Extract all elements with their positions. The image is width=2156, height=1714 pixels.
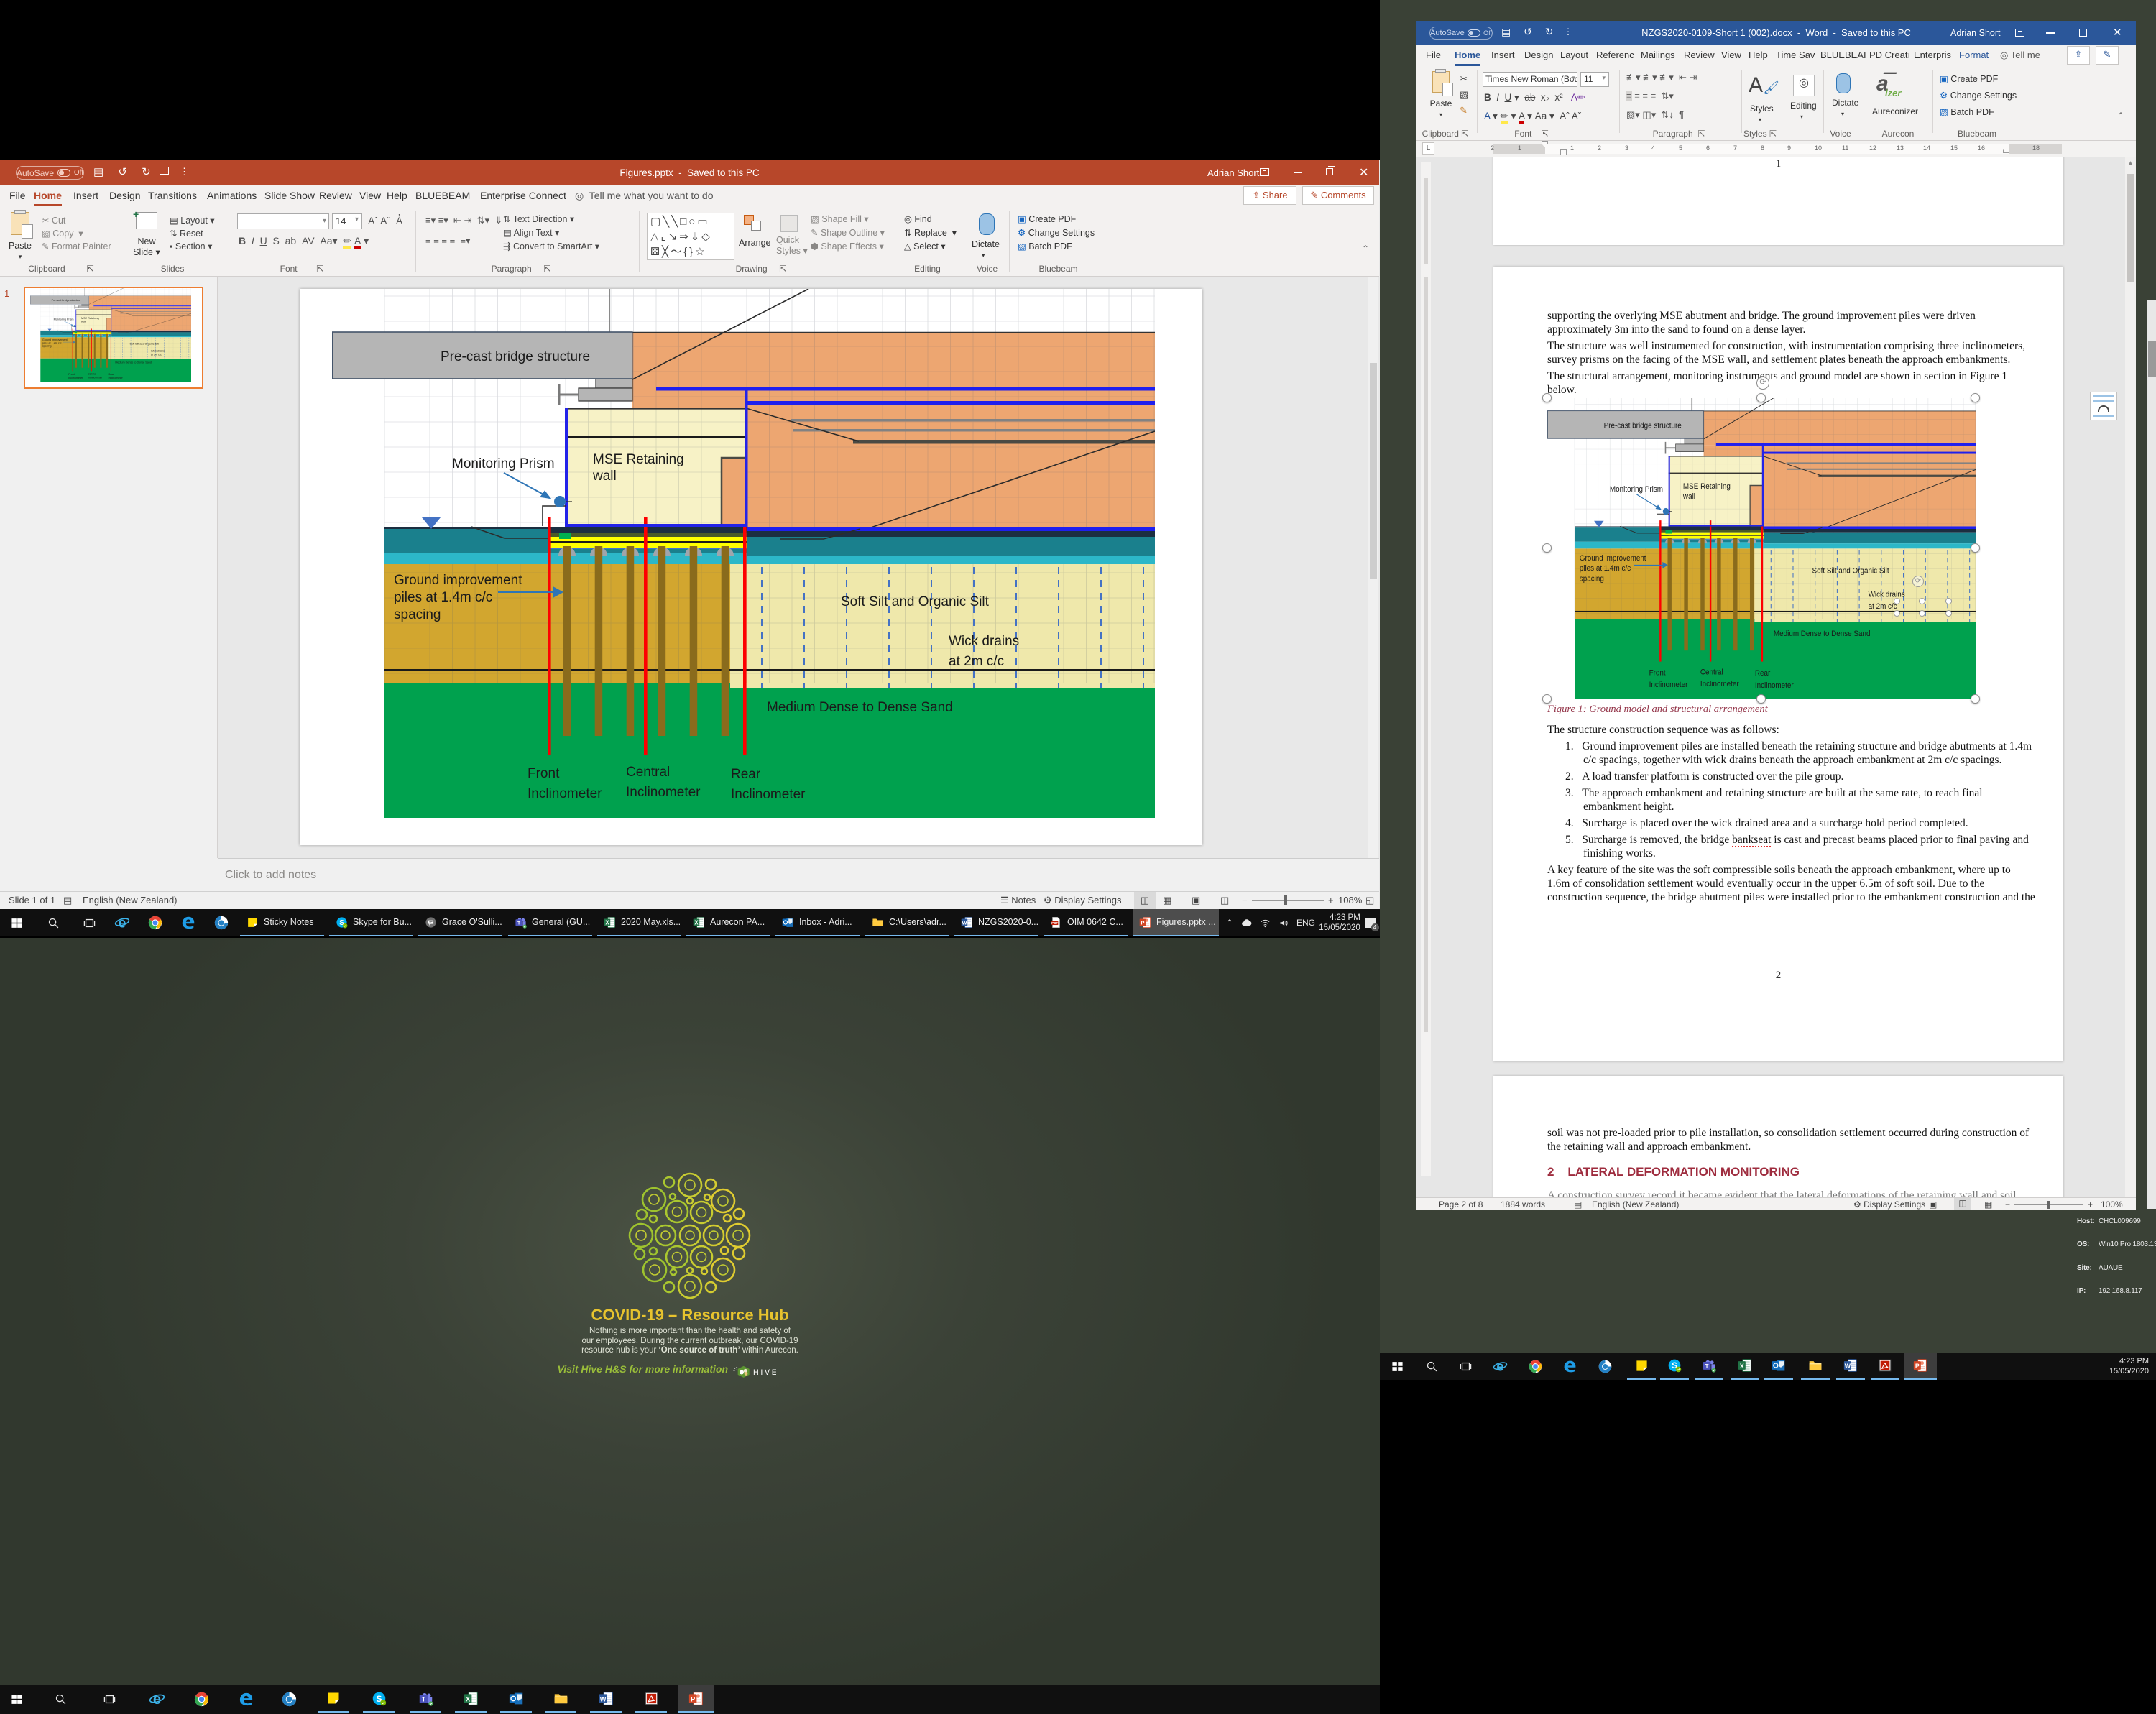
svg-text:HIVE: HIVE <box>753 1368 776 1377</box>
